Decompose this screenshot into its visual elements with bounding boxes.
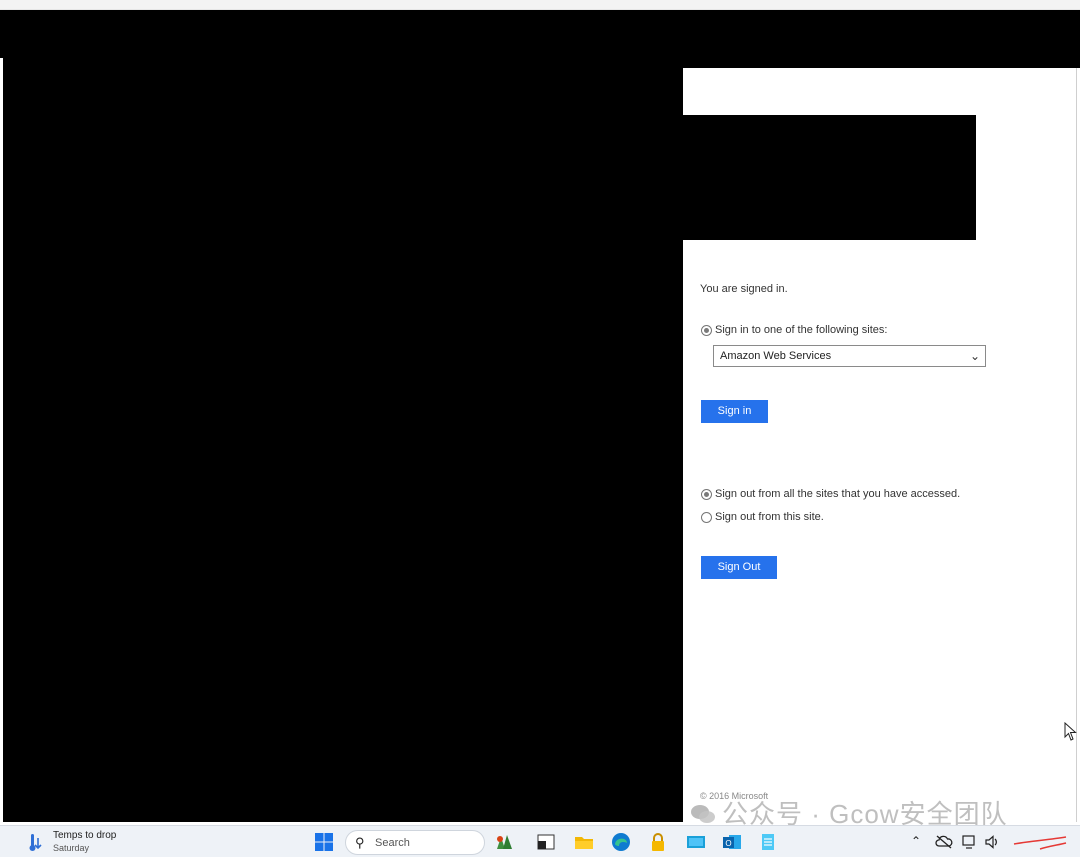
- signout-this-radio[interactable]: [701, 512, 712, 523]
- file-explorer-icon[interactable]: [573, 831, 595, 853]
- red-pen-annotation: [1013, 836, 1067, 850]
- sign-out-button[interactable]: Sign Out: [701, 556, 777, 579]
- windows-start-icon[interactable]: [313, 831, 335, 853]
- terminal-icon[interactable]: [535, 831, 557, 853]
- cloud-off-icon[interactable]: [935, 835, 953, 849]
- taskbar-search-box[interactable]: ⚲ Search: [345, 830, 485, 855]
- chevron-up-icon[interactable]: ⌃: [911, 834, 921, 848]
- screen-app-icon[interactable]: [685, 831, 707, 853]
- redacted-area-corner: [0, 10, 6, 58]
- chevron-down-icon: ⌄: [969, 349, 980, 363]
- taskbar: Temps to drop Saturday ⚲ Search O ⌃: [0, 825, 1080, 857]
- signed-in-status: You are signed in.: [700, 283, 788, 295]
- signin-radio[interactable]: [701, 325, 712, 336]
- signout-all-label: Sign out from all the sites that you hav…: [715, 488, 961, 500]
- redacted-logo: [683, 115, 976, 240]
- signin-radio-label: Sign in to one of the following sites:: [715, 324, 888, 336]
- outlook-icon[interactable]: O: [721, 831, 743, 853]
- window-top-strip: [0, 0, 1080, 10]
- search-placeholder: Search: [375, 837, 410, 849]
- weather-title: Temps to drop: [53, 830, 117, 841]
- site-select[interactable]: Amazon Web Services ⌄: [713, 345, 986, 367]
- notepad-icon[interactable]: [757, 831, 779, 853]
- widgets-icon[interactable]: [493, 831, 515, 853]
- site-select-value: Amazon Web Services: [720, 350, 832, 362]
- svg-text:O: O: [725, 839, 731, 848]
- weather-icon[interactable]: [28, 832, 44, 852]
- network-icon[interactable]: [961, 834, 977, 850]
- signout-all-radio[interactable]: [701, 489, 712, 500]
- search-icon: ⚲: [355, 835, 365, 850]
- volume-icon[interactable]: [984, 834, 1000, 850]
- wechat-watermark-icon: [691, 805, 715, 823]
- desktop-screen: You are signed in. Sign in to one of the…: [0, 0, 1080, 857]
- sign-in-button[interactable]: Sign in: [701, 400, 768, 423]
- weather-subtitle: Saturday: [53, 843, 90, 853]
- lock-app-icon[interactable]: [647, 831, 669, 853]
- signout-this-label: Sign out from this site.: [715, 511, 824, 523]
- mouse-cursor-icon: [1064, 722, 1077, 741]
- edge-icon[interactable]: [610, 831, 632, 853]
- redacted-area-left: [3, 10, 683, 822]
